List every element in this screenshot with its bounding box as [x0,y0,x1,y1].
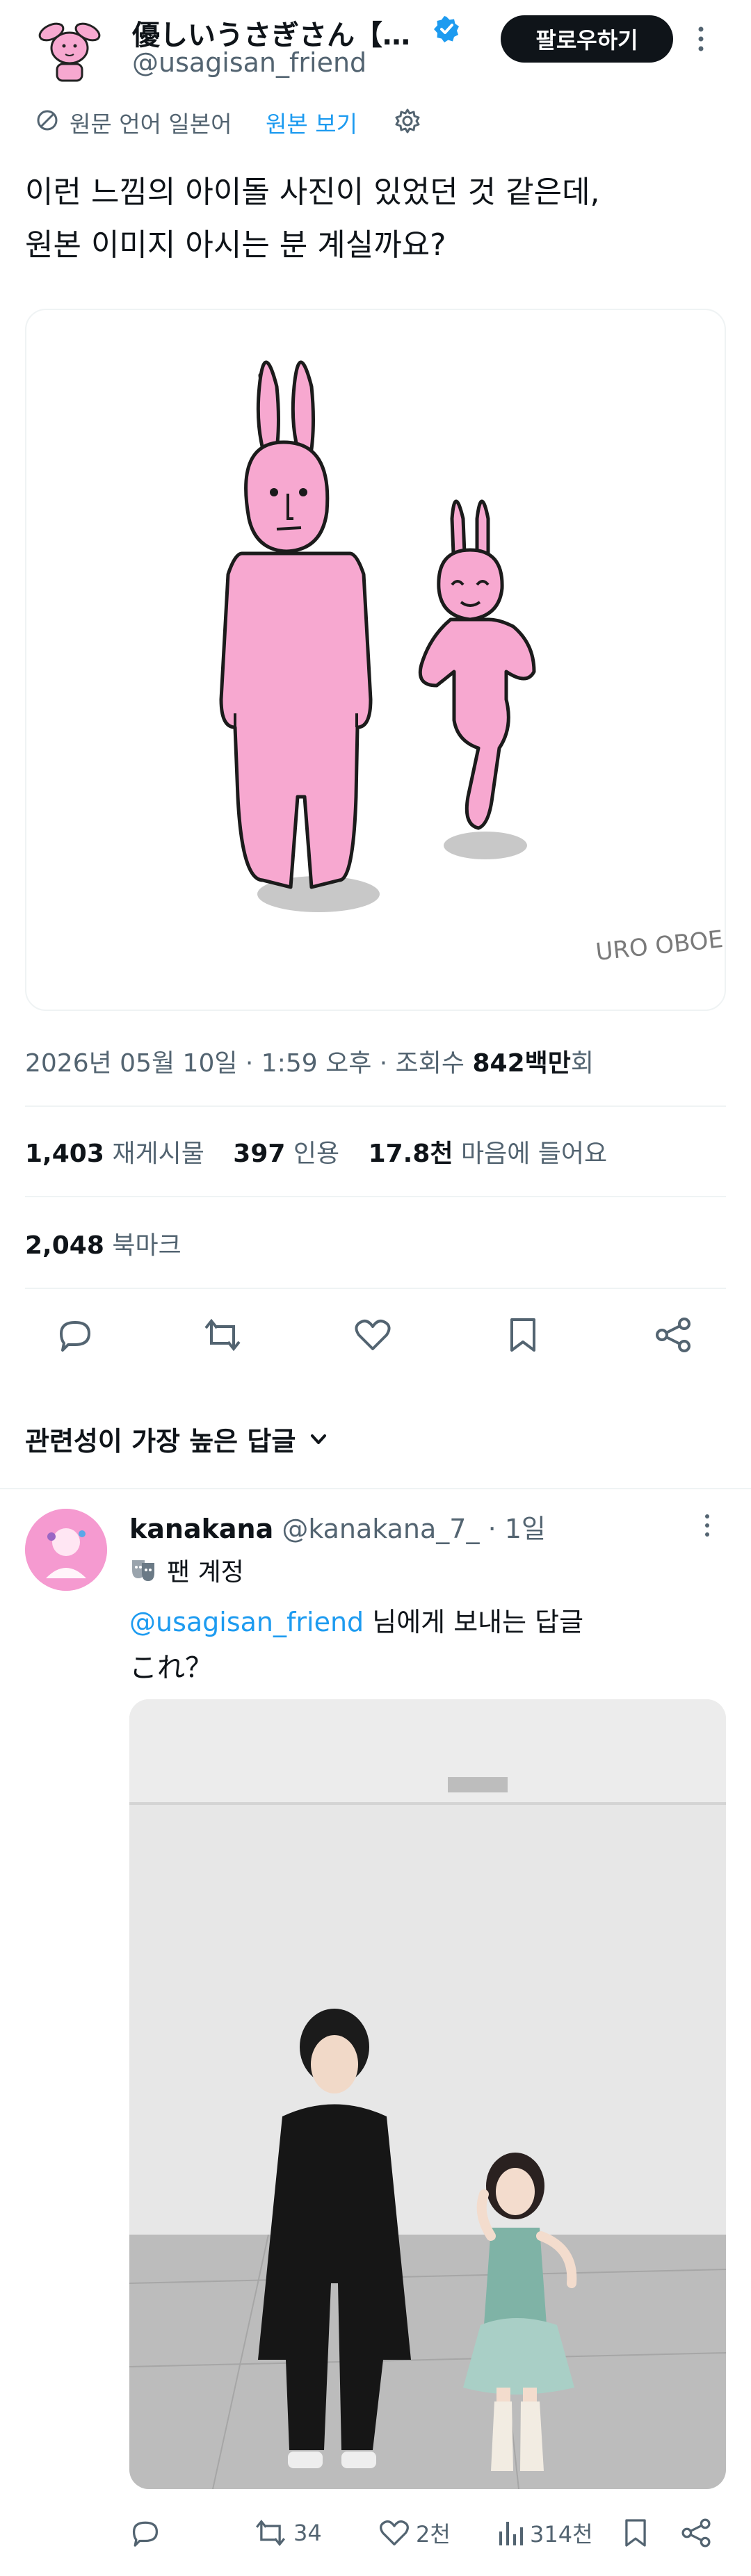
like-icon [378,2518,410,2548]
reply-like-button[interactable]: 2천 [378,2517,451,2549]
more-options-icon[interactable] [695,25,706,53]
view-count: 842백만 [472,1049,571,1078]
reply-time[interactable]: · 1일 [488,1514,546,1544]
replying-to-suffix: 님에게 보내는 답글 [364,1607,584,1637]
no-translate-icon [35,108,60,133]
bookmark-icon[interactable] [508,1315,538,1354]
view-original-link[interactable]: 원본 보기 [266,106,357,139]
bookmark-count[interactable]: 2,048 북마크 [25,1225,181,1261]
replying-to-handle[interactable]: @usagisan_friend [129,1607,364,1637]
quote-count[interactable]: 397 인용 [233,1140,339,1168]
reply-share-icon[interactable] [680,2517,712,2549]
replying-to: @usagisan_friend 님에게 보내는 답글 [129,1601,583,1639]
divider [0,1488,751,1489]
dance-practice-photo [129,1699,726,2489]
post-text-line-1: 이런 느낌의 아이돌 사진이 있었던 것 같은데, [25,175,600,210]
reply-image[interactable] [129,1699,726,2489]
reply-like-count: 2천 [416,2521,451,2547]
reply-reply-icon[interactable] [129,2517,161,2549]
artist-signature: URO OBOE… [595,923,725,966]
theater-masks-icon [129,1557,157,1582]
bunny-avatar-icon [38,22,101,82]
reply-views-count: 314천 [530,2521,593,2547]
gear-icon[interactable] [394,107,421,135]
post-image[interactable]: URO OBOE… [25,309,726,1011]
sort-label: 관련성이 가장 높은 답글 [25,1426,296,1457]
reply-views-button[interactable]: 314천 [496,2517,593,2549]
reply-retweet-button[interactable]: 34 [253,2517,322,2549]
reply-author-handle[interactable]: @kanakana_7_ [282,1514,479,1544]
divider [25,1196,726,1197]
reply-retweet-count: 34 [293,2520,322,2546]
author-avatar[interactable] [31,10,108,88]
reply-author-name[interactable]: kanakana [129,1514,273,1544]
two-bunnies-illustration: URO OBOE… [219,360,725,966]
reply-text: これ？ [129,1652,213,1684]
reply-icon[interactable] [56,1315,95,1354]
like-count[interactable]: 17.8천 마음에 들어요 [369,1140,608,1168]
avatar-photo-icon [25,1509,107,1591]
post-meta: 2026년 05월 10일 · 1:59 오후 · 조회수 842백만회 [25,1043,594,1079]
retweet-icon [253,2517,288,2549]
reply-avatar[interactable] [25,1509,107,1591]
share-icon[interactable] [654,1315,693,1354]
divider [25,1105,726,1107]
chevron-down-icon [308,1429,329,1450]
author-handle[interactable]: @usagisan_friend [132,47,366,78]
view-count-suffix: 회 [570,1049,594,1078]
stats-row: 1,403 재게시물 397 인용 17.8천 마음에 들어요 [25,1133,607,1169]
original-language-label: 원문 언어 일본어 [70,111,232,138]
views-bar-chart-icon [496,2518,524,2548]
reply-bookmark-icon[interactable] [623,2517,648,2549]
divider [25,1288,726,1289]
fan-account-label: 팬 계정 [167,1558,244,1587]
follow-button[interactable]: 팔로우하기 [501,15,673,63]
post-date: 2026년 05월 10일 · 1:59 오후 · 조회수 [25,1049,473,1078]
verified-badge-icon [433,15,460,43]
post-text-line-2: 원본 이미지 아시는 분 계실까요? [25,227,446,263]
retweet-count[interactable]: 1,403 재게시물 [25,1140,204,1168]
fan-account-badge: 팬 계정 [129,1552,244,1588]
like-icon[interactable] [353,1317,392,1353]
reply-header: kanakana @kanakana_7_ · 1일 [129,1507,546,1546]
reply-more-options-icon[interactable] [702,1513,712,1538]
retweet-icon[interactable] [202,1315,243,1354]
reply-sort-dropdown[interactable]: 관련성이 가장 높은 답글 [25,1420,329,1458]
